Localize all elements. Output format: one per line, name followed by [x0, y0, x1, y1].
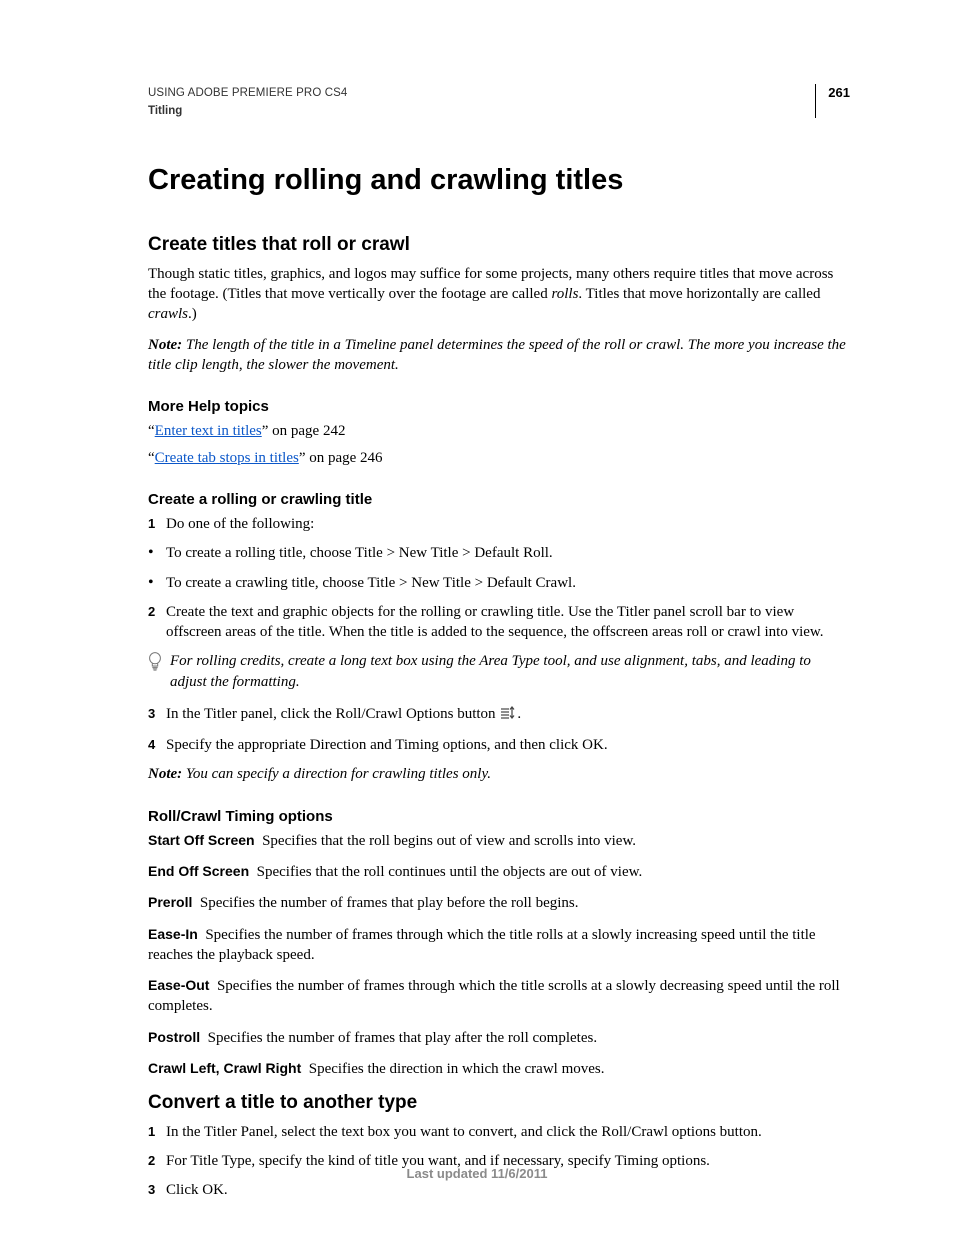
procedure-list: 3 In the Titler panel, click the Roll/Cr… [148, 704, 846, 756]
note: Note: You can specify a direction for cr… [148, 764, 846, 784]
procedure-list: 1 Do one of the following: [148, 514, 846, 534]
step: 3 Click OK. [148, 1180, 846, 1200]
definition: Ease-In Specifies the number of frames t… [148, 925, 846, 966]
definition: Postroll Specifies the number of frames … [148, 1028, 846, 1048]
definition: Ease-Out Specifies the number of frames … [148, 976, 846, 1017]
page-number: 261 [828, 84, 850, 102]
step-number: 4 [148, 735, 155, 756]
procedure-list: 2 Create the text and graphic objects fo… [148, 602, 846, 643]
roll-crawl-options-icon [500, 706, 516, 726]
choice-list: • To create a rolling title, choose Titl… [148, 543, 846, 593]
more-help-heading: More Help topics [148, 397, 846, 417]
definition: End Off Screen Specifies that the roll c… [148, 862, 846, 882]
list-item: • To create a crawling title, choose Tit… [148, 573, 846, 593]
step-number: 3 [148, 1180, 155, 1201]
doc-section: Titling [148, 104, 846, 120]
step: 1 Do one of the following: [148, 514, 846, 534]
step: 4 Specify the appropriate Direction and … [148, 735, 846, 755]
procedure-list: 1 In the Titler Panel, select the text b… [148, 1122, 846, 1201]
procedure-heading: Create a rolling or crawling title [148, 490, 846, 510]
help-link-row: “Enter text in titles” on page 242 [148, 421, 846, 441]
section-heading: Convert a title to another type [148, 1090, 846, 1116]
step-number: 1 [148, 514, 155, 535]
help-link-row: “Create tab stops in titles” on page 246 [148, 448, 846, 468]
bullet-icon: • [148, 573, 154, 593]
running-header: USING ADOBE PREMIERE PRO CS4 Titling 261 [148, 86, 846, 119]
help-link[interactable]: Create tab stops in titles [155, 450, 299, 466]
lightbulb-icon [148, 652, 162, 672]
definition: Crawl Left, Crawl Right Specifies the di… [148, 1059, 846, 1079]
definition: Start Off Screen Specifies that the roll… [148, 831, 846, 851]
list-item: • To create a rolling title, choose Titl… [148, 543, 846, 563]
body-paragraph: Though static titles, graphics, and logo… [148, 264, 846, 325]
step-number: 1 [148, 1122, 155, 1143]
tip: For rolling credits, create a long text … [148, 651, 846, 692]
footer-updated: Last updated 11/6/2011 [0, 1165, 954, 1183]
step: 2 Create the text and graphic objects fo… [148, 602, 846, 643]
step-number: 3 [148, 704, 155, 725]
note: Note: The length of the title in a Timel… [148, 335, 846, 376]
bullet-icon: • [148, 543, 154, 563]
options-heading: Roll/Crawl Timing options [148, 807, 846, 827]
step-number: 2 [148, 602, 155, 623]
doc-title: USING ADOBE PREMIERE PRO CS4 [148, 86, 846, 102]
page: USING ADOBE PREMIERE PRO CS4 Titling 261… [0, 0, 954, 1235]
step: 1 In the Titler Panel, select the text b… [148, 1122, 846, 1142]
page-number-box: 261 [815, 84, 850, 118]
definition: Preroll Specifies the number of frames t… [148, 893, 846, 913]
step: 3 In the Titler panel, click the Roll/Cr… [148, 704, 846, 726]
section-heading: Create titles that roll or crawl [148, 232, 846, 258]
chapter-title: Creating rolling and crawling titles [148, 161, 846, 200]
help-link[interactable]: Enter text in titles [155, 423, 262, 439]
